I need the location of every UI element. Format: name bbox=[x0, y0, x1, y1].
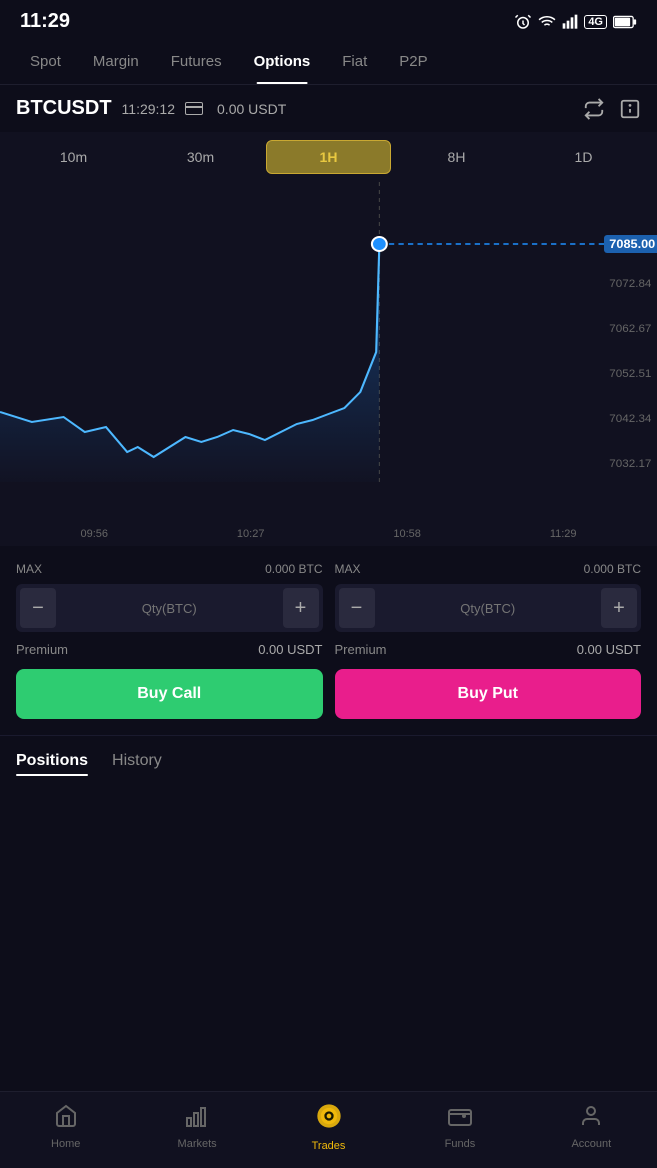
call-qty-input[interactable] bbox=[60, 601, 279, 616]
positions-section: Positions History bbox=[0, 735, 657, 800]
account-icon bbox=[579, 1104, 603, 1134]
trading-section: MAX 0.000 BTC − + Premium 0.00 USDT Buy … bbox=[0, 546, 657, 735]
positions-tabs: Positions History bbox=[16, 752, 641, 776]
nav-account[interactable]: Account bbox=[526, 1104, 657, 1150]
funds-svg bbox=[448, 1104, 472, 1128]
home-label: Home bbox=[51, 1138, 80, 1150]
put-premium-label: Premium bbox=[335, 642, 387, 657]
put-max-value: 0.000 BTC bbox=[584, 562, 641, 576]
x-label-4: 11:29 bbox=[550, 528, 577, 540]
tab-positions[interactable]: Positions bbox=[16, 752, 88, 776]
top-nav: Spot Margin Futures Options Fiat P2P bbox=[0, 39, 657, 85]
trades-label: Trades bbox=[312, 1140, 346, 1152]
nav-home[interactable]: Home bbox=[0, 1104, 131, 1150]
tab-fiat[interactable]: Fiat bbox=[328, 39, 381, 84]
put-max-label: MAX bbox=[335, 562, 361, 576]
interval-1h[interactable]: 1H bbox=[266, 140, 391, 174]
funds-icon bbox=[448, 1104, 472, 1134]
call-max-row: MAX 0.000 BTC bbox=[16, 562, 323, 576]
buy-put-button[interactable]: Buy Put bbox=[335, 669, 642, 719]
svg-text:7062.67: 7062.67 bbox=[609, 323, 651, 335]
buy-call-column: MAX 0.000 BTC − + Premium 0.00 USDT Buy … bbox=[16, 562, 323, 719]
call-max-value: 0.000 BTC bbox=[265, 562, 322, 576]
pair-time: 11:29:12 bbox=[122, 101, 175, 117]
account-svg bbox=[579, 1104, 603, 1128]
nav-funds[interactable]: Funds bbox=[394, 1104, 525, 1150]
interval-8h[interactable]: 8H bbox=[395, 141, 518, 173]
home-icon bbox=[54, 1104, 78, 1134]
buy-put-column: MAX 0.000 BTC − + Premium 0.00 USDT Buy … bbox=[335, 562, 642, 719]
funds-label: Funds bbox=[445, 1138, 476, 1150]
4g-badge: 4G bbox=[584, 15, 607, 29]
put-max-row: MAX 0.000 BTC bbox=[335, 562, 642, 576]
swap-icon[interactable] bbox=[583, 98, 605, 120]
chart-section: 10m 30m 1H 8H 1D bbox=[0, 132, 657, 546]
markets-svg bbox=[185, 1104, 209, 1128]
bottom-nav: Home Markets Trades Funds bbox=[0, 1091, 657, 1168]
buy-call-button[interactable]: Buy Call bbox=[16, 669, 323, 719]
info-icon[interactable] bbox=[619, 98, 641, 120]
x-axis: 09:56 10:27 10:58 11:29 bbox=[0, 522, 657, 546]
status-time: 11:29 bbox=[20, 10, 70, 33]
trades-icon bbox=[315, 1102, 343, 1136]
call-qty-plus[interactable]: + bbox=[283, 588, 319, 628]
x-label-3: 10:58 bbox=[393, 528, 421, 540]
tab-spot[interactable]: Spot bbox=[16, 39, 75, 84]
tab-futures[interactable]: Futures bbox=[157, 39, 236, 84]
call-premium-label: Premium bbox=[16, 642, 68, 657]
put-qty-plus[interactable]: + bbox=[601, 588, 637, 628]
call-premium-row: Premium 0.00 USDT bbox=[16, 642, 323, 657]
status-icons: 4G bbox=[514, 13, 637, 31]
wifi-icon bbox=[538, 13, 556, 31]
interval-10m[interactable]: 10m bbox=[12, 141, 135, 173]
card-icon bbox=[185, 102, 203, 115]
markets-label: Markets bbox=[178, 1138, 217, 1150]
markets-icon bbox=[185, 1104, 209, 1134]
x-label-2: 10:27 bbox=[237, 528, 265, 540]
call-qty-minus[interactable]: − bbox=[20, 588, 56, 628]
put-qty-row: − + bbox=[335, 584, 642, 632]
svg-text:7032.17: 7032.17 bbox=[609, 458, 651, 470]
chart-container: 7085.00 7085.00 7072.84 7062.67 7052.51 … bbox=[0, 182, 657, 522]
put-premium-row: Premium 0.00 USDT bbox=[335, 642, 642, 657]
put-premium-value: 0.00 USDT bbox=[577, 642, 641, 657]
tab-margin[interactable]: Margin bbox=[79, 39, 153, 84]
pair-header: BTCUSDT 11:29:12 0.00 USDT bbox=[0, 85, 657, 132]
interval-bar: 10m 30m 1H 8H 1D bbox=[0, 132, 657, 182]
svg-text:7042.34: 7042.34 bbox=[609, 413, 651, 425]
tab-p2p[interactable]: P2P bbox=[385, 39, 441, 84]
nav-trades[interactable]: Trades bbox=[263, 1102, 394, 1152]
trade-columns: MAX 0.000 BTC − + Premium 0.00 USDT Buy … bbox=[16, 562, 641, 719]
nav-markets[interactable]: Markets bbox=[131, 1104, 262, 1150]
svg-text:7072.84: 7072.84 bbox=[609, 278, 651, 290]
interval-1d[interactable]: 1D bbox=[522, 141, 645, 173]
trades-svg bbox=[315, 1102, 343, 1130]
call-qty-row: − + bbox=[16, 584, 323, 632]
x-label-1: 09:56 bbox=[80, 528, 108, 540]
alarm-icon bbox=[514, 13, 532, 31]
pair-actions bbox=[583, 98, 641, 120]
battery-icon bbox=[613, 15, 637, 29]
home-svg bbox=[54, 1104, 78, 1128]
chart-svg: 7085.00 7085.00 7072.84 7062.67 7052.51 … bbox=[0, 182, 657, 522]
pair-balance: 0.00 USDT bbox=[217, 101, 286, 117]
svg-text:7085.00: 7085.00 bbox=[609, 237, 655, 251]
put-qty-minus[interactable]: − bbox=[339, 588, 375, 628]
pair-symbol[interactable]: BTCUSDT bbox=[16, 97, 112, 120]
interval-30m[interactable]: 30m bbox=[139, 141, 262, 173]
account-label: Account bbox=[571, 1138, 611, 1150]
tab-history[interactable]: History bbox=[112, 752, 162, 776]
status-bar: 11:29 4G bbox=[0, 0, 657, 39]
call-premium-value: 0.00 USDT bbox=[258, 642, 322, 657]
put-qty-input[interactable] bbox=[379, 601, 598, 616]
tab-options[interactable]: Options bbox=[240, 39, 325, 84]
call-max-label: MAX bbox=[16, 562, 42, 576]
svg-text:7052.51: 7052.51 bbox=[609, 368, 651, 380]
signal-icon bbox=[562, 14, 578, 30]
